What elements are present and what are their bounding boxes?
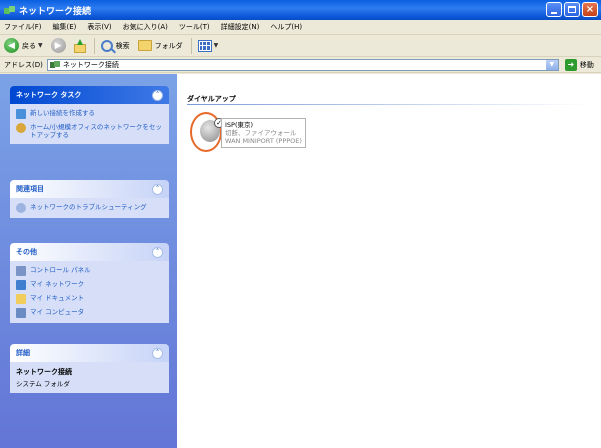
task-label: ホーム/小規模オフィスのネットワークをセットアップする bbox=[30, 123, 162, 139]
collapse-icon[interactable]: ˄ bbox=[152, 246, 163, 258]
go-button[interactable]: ➜ 移動 bbox=[564, 58, 594, 71]
task-troubleshooter[interactable]: ネットワークのトラブルシューティング bbox=[16, 203, 163, 213]
home-network-icon bbox=[16, 123, 26, 133]
group-divider bbox=[187, 104, 591, 105]
address-bar: アドレス(D) ネットワーク接続 ▼ ➜ 移動 bbox=[0, 57, 601, 73]
toolbar-separator bbox=[190, 37, 192, 54]
my-network-icon bbox=[16, 280, 26, 290]
panel-title: その他 bbox=[16, 248, 37, 256]
menu-bar: ファイル(F) 編集(E) 表示(V) お気に入り(A) ツール(T) 詳細設定… bbox=[0, 20, 601, 35]
task-pane: ネットワーク タスク ˄ 新しい接続を作成する ホーム/小規模オフィスのネットワ… bbox=[0, 74, 177, 448]
panel-body: ネットワークのトラブルシューティング bbox=[10, 198, 169, 218]
other-places-panel: その他 ˄ コントロール パネル マイ ネットワーク マイ ドキュメント マイ … bbox=[10, 243, 169, 323]
toolbar-separator bbox=[93, 37, 95, 54]
close-icon: × bbox=[585, 3, 595, 15]
control-panel-icon bbox=[16, 266, 26, 276]
forward-button[interactable]: ▶ bbox=[50, 38, 66, 53]
details-type: システム フォルダ bbox=[16, 380, 70, 388]
task-label: ネットワークのトラブルシューティング bbox=[30, 203, 147, 211]
menu-help[interactable]: ヘルプ(H) bbox=[270, 22, 302, 32]
panel-body: ネットワーク接続 システム フォルダ bbox=[10, 362, 169, 393]
network-connections-icon bbox=[49, 60, 60, 69]
link-label: マイ ネットワーク bbox=[30, 280, 85, 288]
explorer-window: ネットワーク接続 × ファイル(F) 編集(E) 表示(V) お気に入り(A) … bbox=[0, 0, 601, 448]
folder-icon bbox=[137, 40, 152, 51]
collapse-icon[interactable]: ˄ bbox=[152, 89, 163, 101]
window-title: ネットワーク接続 bbox=[19, 6, 92, 17]
link-my-computer[interactable]: マイ コンピュータ bbox=[16, 308, 163, 318]
collapse-icon[interactable]: ˄ bbox=[152, 183, 163, 195]
panel-title: 関連項目 bbox=[16, 185, 44, 193]
go-arrow-icon: ➜ bbox=[564, 58, 577, 71]
address-label: アドレス(D) bbox=[4, 60, 43, 69]
see-also-header[interactable]: 関連項目 ˄ bbox=[10, 180, 169, 198]
views-button[interactable]: ▼ bbox=[197, 39, 219, 52]
up-folder-icon bbox=[73, 38, 86, 53]
back-label: 戻る bbox=[22, 41, 36, 50]
task-create-connection[interactable]: 新しい接続を作成する bbox=[16, 109, 163, 119]
connection-name: ISP(東京) bbox=[225, 121, 254, 129]
folders-label: フォルダ bbox=[154, 41, 183, 50]
back-button[interactable]: ◀ 戻る ▼ bbox=[4, 38, 43, 53]
close-button[interactable]: × bbox=[582, 2, 598, 17]
folders-button[interactable]: フォルダ bbox=[137, 40, 183, 51]
connection-status: 切断、ファイアウォール bbox=[225, 129, 297, 137]
menu-tools[interactable]: ツール(T) bbox=[179, 22, 210, 32]
go-label: 移動 bbox=[579, 60, 594, 69]
menu-favorites[interactable]: お気に入り(A) bbox=[123, 22, 168, 32]
minimize-button[interactable] bbox=[546, 2, 562, 17]
panel-body: コントロール パネル マイ ネットワーク マイ ドキュメント マイ コンピュータ bbox=[10, 261, 169, 323]
menu-view[interactable]: 表示(V) bbox=[87, 22, 111, 32]
search-icon bbox=[100, 39, 113, 52]
address-dropdown-icon[interactable]: ▼ bbox=[545, 59, 558, 70]
content-pane: ダイヤルアップ ✓ ISP(東京) 切断、ファイアウォール WAN MINIPO… bbox=[177, 74, 601, 448]
link-label: マイ ドキュメント bbox=[30, 294, 85, 302]
link-label: コントロール パネル bbox=[30, 266, 91, 274]
forward-arrow-icon: ▶ bbox=[50, 38, 66, 53]
details-panel: 詳細 ˄ ネットワーク接続 システム フォルダ bbox=[10, 344, 169, 393]
panel-title: 詳細 bbox=[16, 349, 30, 357]
see-also-panel: 関連項目 ˄ ネットワークのトラブルシューティング bbox=[10, 180, 169, 218]
views-icon bbox=[197, 39, 212, 52]
task-label: 新しい接続を作成する bbox=[30, 109, 95, 117]
connection-item[interactable]: ISP(東京) 切断、ファイアウォール WAN MINIPORT (PPPOE) bbox=[221, 118, 306, 148]
toolbar: ◀ 戻る ▼ ▶ 検索 フォルダ ▼ bbox=[0, 35, 601, 57]
search-button[interactable]: 検索 bbox=[100, 39, 130, 52]
my-computer-icon bbox=[16, 308, 26, 318]
panel-title: ネットワーク タスク bbox=[16, 91, 82, 99]
title-bar[interactable]: ネットワーク接続 × bbox=[0, 0, 601, 20]
link-label: マイ コンピュータ bbox=[30, 308, 85, 316]
task-setup-home-network[interactable]: ホーム/小規模オフィスのネットワークをセットアップする bbox=[16, 123, 163, 139]
collapse-icon[interactable]: ˄ bbox=[152, 347, 163, 359]
window-controls: × bbox=[546, 2, 598, 17]
network-connections-icon bbox=[4, 5, 15, 16]
details-header[interactable]: 詳細 ˄ bbox=[10, 344, 169, 362]
address-input[interactable]: ネットワーク接続 ▼ bbox=[46, 58, 559, 71]
help-icon bbox=[16, 203, 26, 213]
address-value: ネットワーク接続 bbox=[62, 60, 119, 69]
group-header: ダイヤルアップ bbox=[187, 95, 236, 103]
network-tasks-header[interactable]: ネットワーク タスク ˄ bbox=[10, 86, 169, 104]
back-dropdown-icon[interactable]: ▼ bbox=[38, 42, 43, 49]
network-tasks-panel: ネットワーク タスク ˄ 新しい接続を作成する ホーム/小規模オフィスのネットワ… bbox=[10, 86, 169, 144]
details-name: ネットワーク接続 bbox=[16, 368, 72, 376]
panel-body: 新しい接続を作成する ホーム/小規模オフィスのネットワークをセットアップする bbox=[10, 104, 169, 144]
menu-file[interactable]: ファイル(F) bbox=[4, 22, 42, 32]
minimize-icon bbox=[551, 11, 557, 14]
my-documents-icon bbox=[16, 294, 26, 304]
menu-edit[interactable]: 編集(E) bbox=[53, 22, 77, 32]
menu-advanced[interactable]: 詳細設定(N) bbox=[221, 22, 260, 32]
back-arrow-icon: ◀ bbox=[4, 38, 19, 53]
maximize-button[interactable] bbox=[564, 2, 580, 17]
link-my-documents[interactable]: マイ ドキュメント bbox=[16, 294, 163, 304]
up-folder-button[interactable] bbox=[73, 38, 86, 53]
link-my-network[interactable]: マイ ネットワーク bbox=[16, 280, 163, 290]
views-dropdown-icon[interactable]: ▼ bbox=[214, 42, 219, 49]
search-label: 検索 bbox=[115, 41, 130, 50]
maximize-icon bbox=[568, 6, 576, 13]
other-places-header[interactable]: その他 ˄ bbox=[10, 243, 169, 261]
connection-device: WAN MINIPORT (PPPOE) bbox=[225, 137, 302, 145]
new-connection-icon bbox=[16, 109, 26, 119]
link-control-panel[interactable]: コントロール パネル bbox=[16, 266, 163, 276]
